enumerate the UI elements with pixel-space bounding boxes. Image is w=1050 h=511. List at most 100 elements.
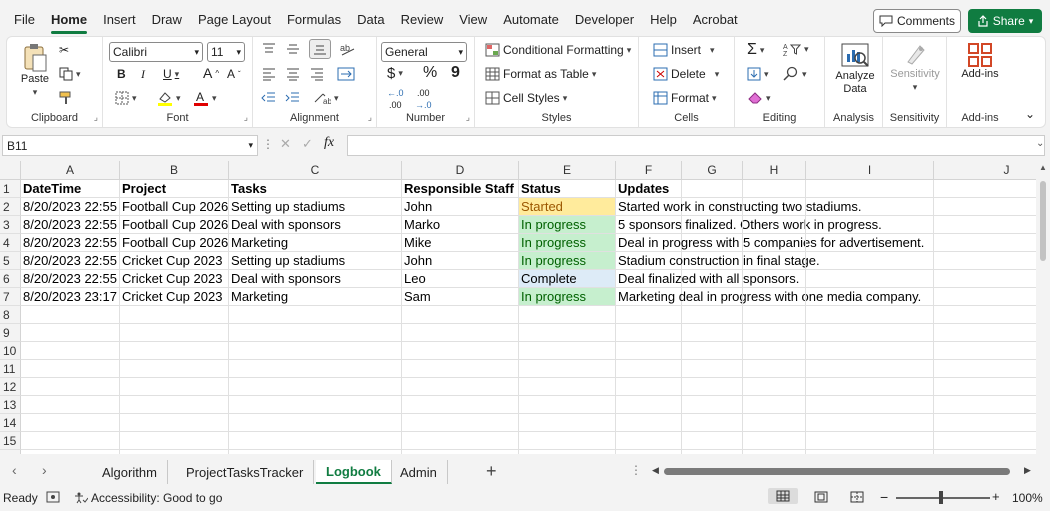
table-cell[interactable]: Marketing [229, 288, 402, 306]
row-header-10[interactable]: 10 [0, 342, 21, 360]
percent-button[interactable]: % [423, 64, 437, 82]
sensitivity-button[interactable]: Sensitivity ▾ [885, 42, 945, 94]
row-header-13[interactable]: 13 [0, 396, 21, 414]
empty-cell[interactable] [229, 342, 402, 360]
table-cell[interactable]: Deal with sponsors [229, 270, 402, 288]
empty-cell[interactable] [934, 198, 1036, 216]
format-cells-button[interactable]: Format ▾ [653, 91, 717, 105]
empty-cell[interactable] [806, 288, 934, 306]
autosum-icon[interactable]: Σ ▾ [747, 41, 764, 59]
align-center-icon[interactable] [285, 67, 301, 81]
sheet-tab-logbook[interactable]: Logbook [316, 460, 392, 484]
empty-cell[interactable] [616, 306, 682, 324]
empty-cell[interactable] [402, 450, 519, 454]
sheet-tab-admin[interactable]: Admin [390, 460, 448, 484]
align-top-icon[interactable] [261, 42, 277, 56]
normal-view-icon[interactable] [768, 488, 798, 504]
table-cell[interactable]: John [402, 252, 519, 270]
status-cell[interactable]: Started [519, 198, 616, 216]
table-cell[interactable]: Stadium construction in final stage. [616, 252, 820, 270]
row-header-1[interactable]: 1 [0, 180, 21, 198]
empty-cell[interactable] [682, 270, 743, 288]
tab-data[interactable]: Data [349, 0, 392, 38]
font-size-select[interactable]: 11 ▾ [207, 42, 245, 62]
empty-cell[interactable] [806, 450, 934, 454]
row-header-7[interactable]: 7 [0, 288, 21, 306]
row-header-2[interactable]: 2 [0, 198, 21, 216]
fill-icon[interactable]: ▾ [747, 67, 769, 81]
empty-cell[interactable] [229, 414, 402, 432]
chevron-right-icon[interactable]: › [42, 462, 47, 478]
empty-cell[interactable] [806, 306, 934, 324]
empty-cell[interactable] [743, 414, 806, 432]
tab-formulas[interactable]: Formulas [279, 0, 349, 38]
empty-cell[interactable] [743, 396, 806, 414]
empty-cell[interactable] [934, 252, 1036, 270]
empty-cell[interactable] [616, 360, 682, 378]
empty-cell[interactable] [934, 216, 1036, 234]
tab-acrobat[interactable]: Acrobat [685, 0, 746, 38]
empty-cell[interactable] [21, 414, 120, 432]
empty-cell[interactable] [519, 324, 616, 342]
empty-cell[interactable] [229, 360, 402, 378]
zoom-in-icon[interactable]: + [992, 489, 1000, 504]
addins-button[interactable]: Add-ins [953, 42, 1007, 81]
status-cell[interactable]: In progress [519, 288, 616, 306]
empty-cell[interactable] [682, 324, 743, 342]
copy-icon[interactable]: ▾ [59, 67, 81, 81]
empty-cell[interactable] [934, 342, 1036, 360]
empty-cell[interactable] [806, 414, 934, 432]
row-header-3[interactable]: 3 [0, 216, 21, 234]
empty-cell[interactable] [743, 360, 806, 378]
empty-cell[interactable] [120, 414, 229, 432]
empty-cell[interactable] [806, 360, 934, 378]
table-cell[interactable]: Marko [402, 216, 519, 234]
status-cell[interactable]: Complete [519, 270, 616, 288]
table-cell[interactable]: Marketing deal in progress with one medi… [616, 288, 921, 306]
cut-icon[interactable]: ✂ [59, 43, 69, 57]
table-cell[interactable]: Football Cup 2026 [120, 216, 229, 234]
insert-function-button[interactable]: fx [324, 135, 334, 151]
empty-cell[interactable] [934, 288, 1036, 306]
header-cell[interactable]: Status [519, 180, 616, 198]
empty-cell[interactable] [806, 270, 934, 288]
expand-formula-icon[interactable]: ⌄ [1036, 138, 1044, 149]
empty-cell[interactable] [402, 360, 519, 378]
empty-cell[interactable] [934, 378, 1036, 396]
shrink-font-button[interactable]: Aˇ [227, 67, 241, 81]
table-cell[interactable]: Cricket Cup 2023 [120, 270, 229, 288]
row-header-12[interactable]: 12 [0, 378, 21, 396]
empty-cell[interactable] [229, 432, 402, 450]
analyze-data-button[interactable]: Analyze Data [829, 42, 881, 96]
empty-cell[interactable] [806, 432, 934, 450]
empty-cell[interactable] [682, 252, 743, 270]
table-cell[interactable]: 8/20/2023 22:55 [21, 198, 120, 216]
empty-cell[interactable] [229, 324, 402, 342]
empty-cell[interactable] [21, 396, 120, 414]
table-cell[interactable]: 8/20/2023 22:55 [21, 252, 120, 270]
tab-home[interactable]: Home [43, 0, 95, 38]
empty-cell[interactable] [806, 234, 934, 252]
tab-automate[interactable]: Automate [495, 0, 567, 38]
empty-cell[interactable] [229, 396, 402, 414]
row-header-6[interactable]: 6 [0, 270, 21, 288]
orientation-icon[interactable]: ab [339, 41, 357, 57]
column-header-g[interactable]: G [682, 161, 743, 180]
column-header-d[interactable]: D [402, 161, 519, 180]
empty-cell[interactable] [120, 450, 229, 454]
column-header-i[interactable]: I [806, 161, 934, 180]
empty-cell[interactable] [743, 270, 806, 288]
empty-cell[interactable] [519, 306, 616, 324]
sheet-tab-projecttaskstracker[interactable]: ProjectTasksTracker [176, 460, 315, 484]
empty-cell[interactable] [682, 360, 743, 378]
empty-cell[interactable] [402, 396, 519, 414]
empty-cell[interactable] [120, 342, 229, 360]
empty-cell[interactable] [682, 306, 743, 324]
empty-cell[interactable] [806, 216, 934, 234]
tab-insert[interactable]: Insert [95, 0, 144, 38]
column-header-e[interactable]: E [519, 161, 616, 180]
header-cell[interactable]: Project [120, 180, 229, 198]
page-break-view-icon[interactable] [850, 491, 864, 503]
scroll-up-icon[interactable]: ▲ [1039, 163, 1047, 172]
paste-button[interactable]: Paste ▾ [17, 43, 53, 99]
